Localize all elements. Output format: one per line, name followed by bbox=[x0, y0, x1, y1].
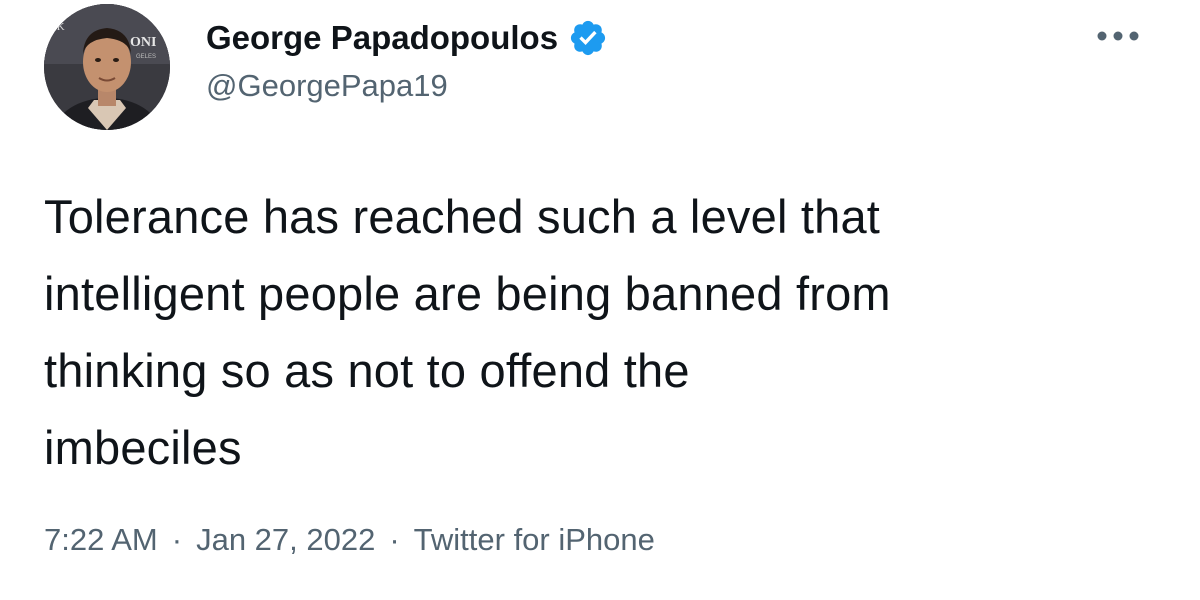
meta-separator: · bbox=[171, 522, 183, 557]
more-options-button[interactable] bbox=[1078, 16, 1158, 56]
author-avatar[interactable]: EK ONI GELES bbox=[44, 4, 170, 130]
avatar-image: EK ONI GELES bbox=[44, 4, 170, 130]
tweet-time[interactable]: 7:22 AM bbox=[44, 522, 158, 558]
tweet-source[interactable]: Twitter for iPhone bbox=[414, 522, 655, 558]
author-display-name[interactable]: George Papadopoulos bbox=[206, 19, 558, 57]
avatar-backdrop-text-left: EK bbox=[50, 21, 65, 33]
tweet-date[interactable]: Jan 27, 2022 bbox=[196, 522, 375, 558]
meta-separator: · bbox=[389, 522, 400, 557]
tweet-text: Tolerance has reached such a level that … bbox=[44, 190, 891, 474]
avatar-backdrop-text-small: GELES bbox=[136, 54, 156, 60]
author-name-row: George Papadopoulos bbox=[206, 14, 608, 62]
more-options-icon bbox=[1097, 31, 1139, 41]
avatar-backdrop-text-right: ONI bbox=[130, 35, 156, 50]
tweet-card: EK ONI GELES George Papadopoulos @George… bbox=[0, 0, 1200, 600]
tweet-metadata: 7:22 AM · Jan 27, 2022 · Twitter for iPh… bbox=[44, 522, 655, 558]
author-handle[interactable]: @GeorgePapa19 bbox=[206, 68, 448, 104]
verified-badge-icon bbox=[568, 18, 608, 58]
